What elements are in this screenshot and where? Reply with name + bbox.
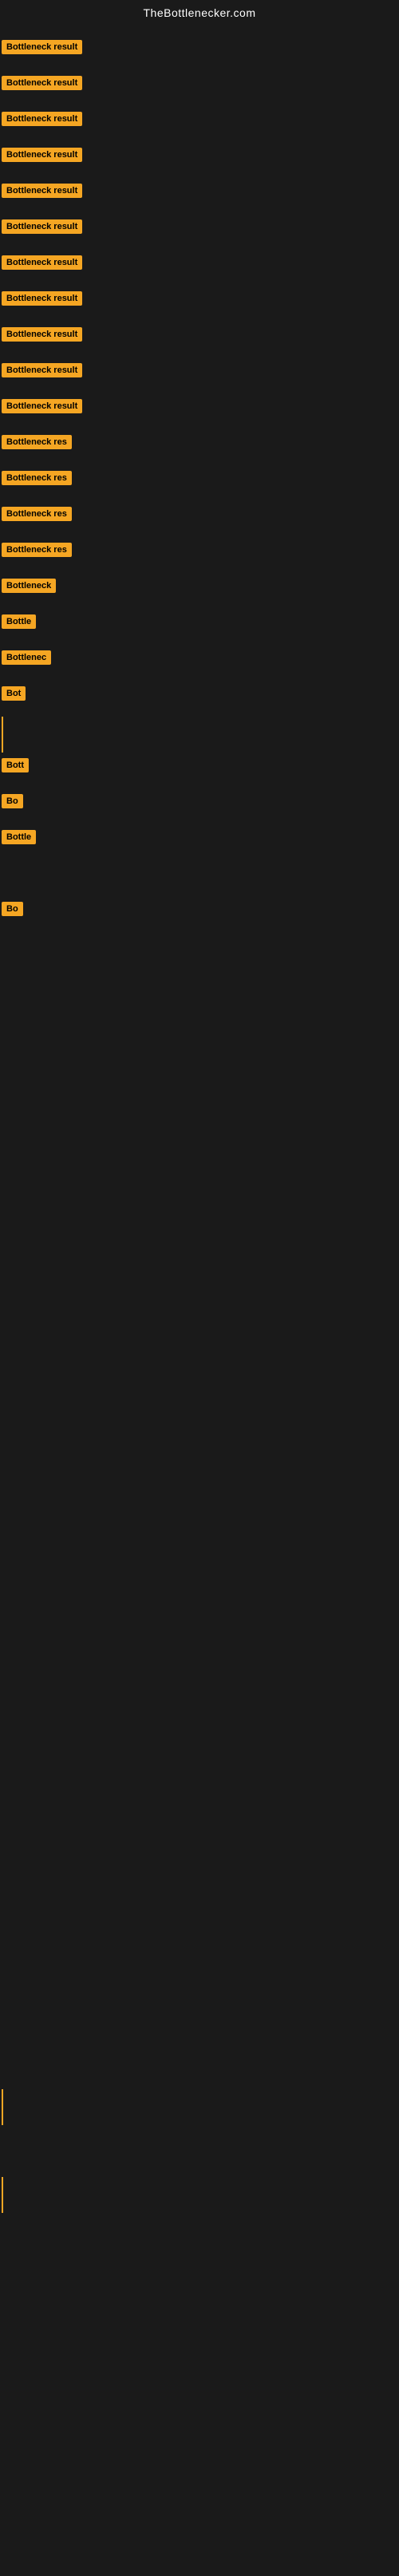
bottleneck-result-badge: Bottleneck result	[2, 184, 82, 198]
bottleneck-result-badge: Bottleneck result	[2, 255, 82, 270]
vertical-indicator-line	[2, 2177, 3, 2213]
bottleneck-result-badge: Bottleneck result	[2, 291, 82, 306]
bottleneck-result-badge: Bottleneck result	[2, 327, 82, 342]
bottleneck-result-badge: Bottleneck result	[2, 399, 82, 413]
vertical-indicator-line	[2, 717, 3, 753]
bottleneck-result-badge: Bottleneck result	[2, 363, 82, 377]
bottleneck-result-badge: Bott	[2, 758, 29, 772]
bottleneck-result-badge: Bottleneck res	[2, 507, 72, 521]
bottleneck-result-badge: Bottleneck result	[2, 219, 82, 234]
bottleneck-result-badge: Bottleneck res	[2, 435, 72, 449]
bottleneck-result-badge: Bot	[2, 686, 26, 701]
bottleneck-result-badge: Bottleneck result	[2, 112, 82, 126]
bottleneck-result-badge: Bottleneck res	[2, 471, 72, 485]
bottleneck-result-badge: Bottleneck res	[2, 543, 72, 557]
bottleneck-result-badge: Bottleneck	[2, 579, 56, 593]
bottleneck-result-badge: Bottleneck result	[2, 40, 82, 54]
bottleneck-result-badge: Bottle	[2, 830, 36, 844]
bottleneck-result-badge: Bottleneck result	[2, 148, 82, 162]
bottleneck-result-badge: Bottle	[2, 614, 36, 629]
bottleneck-result-badge: Bottlenec	[2, 650, 51, 665]
bottleneck-result-badge: Bottleneck result	[2, 76, 82, 90]
bottleneck-result-badge: Bo	[2, 794, 23, 808]
vertical-indicator-line	[2, 2089, 3, 2125]
bottleneck-result-badge: Bo	[2, 902, 23, 916]
site-title: TheBottlenecker.com	[0, 0, 399, 22]
